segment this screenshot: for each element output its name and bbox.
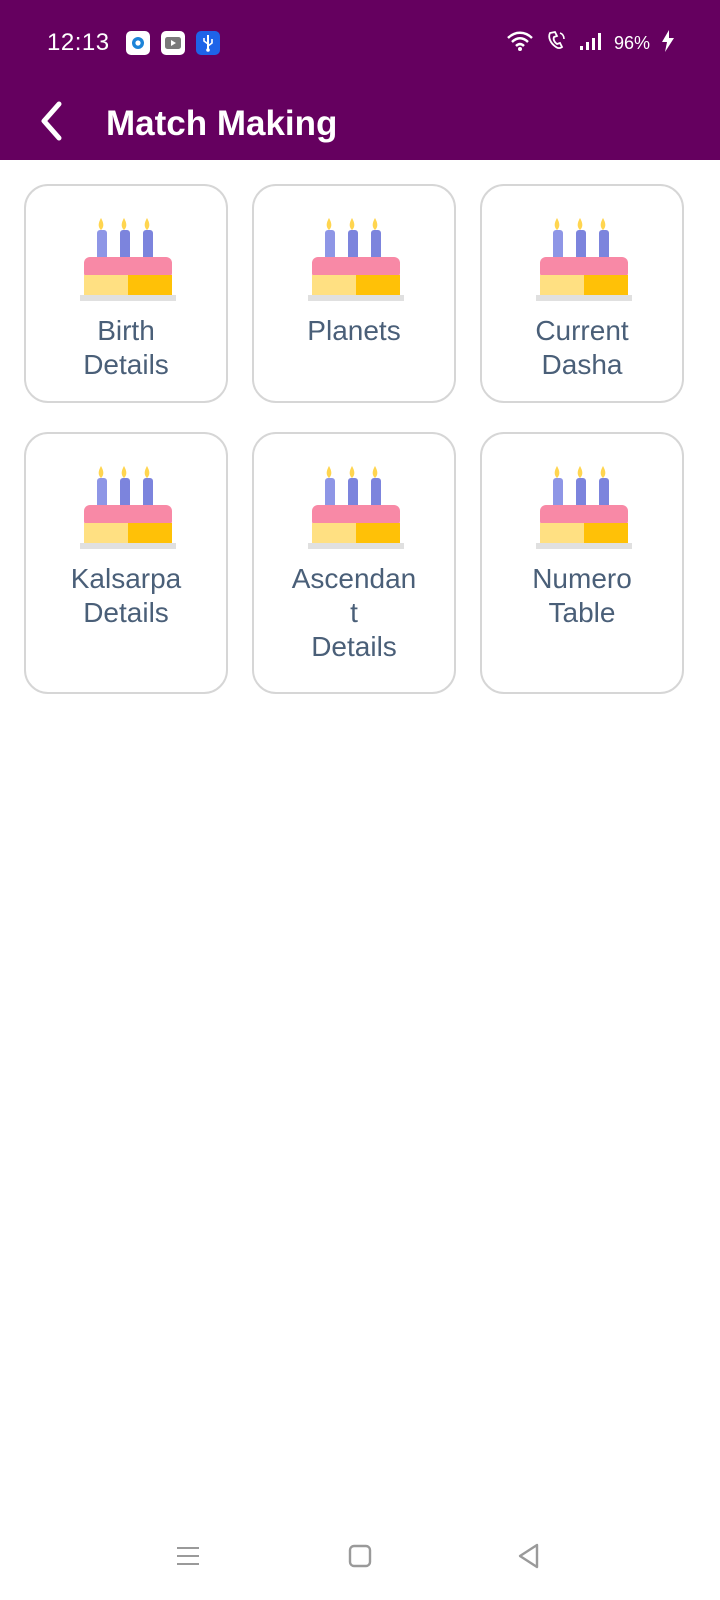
battery-level: 96% bbox=[613, 33, 650, 53]
charging-icon bbox=[660, 29, 676, 58]
current-dasha-card[interactable]: Current Dasha bbox=[480, 184, 684, 403]
birthday-cake-icon bbox=[308, 218, 404, 301]
back-button[interactable] bbox=[26, 97, 78, 149]
home-square-icon bbox=[345, 1541, 375, 1576]
card-label: Ascendan t Details bbox=[291, 563, 417, 662]
card-label: Current Dasha bbox=[535, 315, 629, 380]
wifi-calling-icon bbox=[544, 29, 568, 58]
birth-details-card[interactable]: Birth Details bbox=[24, 184, 228, 403]
ascendant-details-card[interactable]: Ascendan t Details bbox=[252, 432, 456, 694]
card-label: Birth Details bbox=[83, 315, 169, 380]
birthday-cake-icon bbox=[536, 218, 632, 301]
back-nav-button[interactable] bbox=[507, 1536, 551, 1580]
card-label: Kalsarpa Details bbox=[70, 563, 182, 628]
match-making-screen: 12:13 96% Match Making Birth Details Pla… bbox=[0, 0, 720, 1600]
usb-icon bbox=[196, 31, 220, 55]
signal-icon bbox=[578, 30, 604, 57]
circle-app-icon bbox=[126, 31, 150, 55]
top-app-bar: Match Making bbox=[0, 86, 720, 160]
planets-card[interactable]: Planets bbox=[252, 184, 456, 403]
status-time: 12:13 bbox=[47, 29, 110, 56]
page-title: Match Making bbox=[106, 104, 338, 143]
menu-button[interactable] bbox=[166, 1536, 210, 1580]
kalsarpa-details-card[interactable]: Kalsarpa Details bbox=[24, 432, 228, 694]
status-app-icons bbox=[126, 31, 220, 55]
card-label: Numero Table bbox=[532, 563, 632, 628]
system-navigation-bar bbox=[0, 1514, 720, 1600]
home-button[interactable] bbox=[338, 1536, 382, 1580]
card-label: Planets bbox=[307, 315, 401, 346]
wifi-icon bbox=[506, 30, 534, 57]
numero-table-card[interactable]: Numero Table bbox=[480, 432, 684, 694]
chevron-left-icon bbox=[37, 100, 67, 147]
youtube-icon bbox=[161, 31, 185, 55]
system-status: 96% bbox=[506, 29, 676, 58]
back-triangle-icon bbox=[514, 1541, 544, 1576]
status-bar: 12:13 96% bbox=[0, 0, 720, 86]
birthday-cake-icon bbox=[308, 466, 404, 549]
birthday-cake-icon bbox=[80, 466, 176, 549]
birthday-cake-icon bbox=[536, 466, 632, 549]
menu-icon bbox=[173, 1543, 203, 1574]
birthday-cake-icon bbox=[80, 218, 176, 301]
